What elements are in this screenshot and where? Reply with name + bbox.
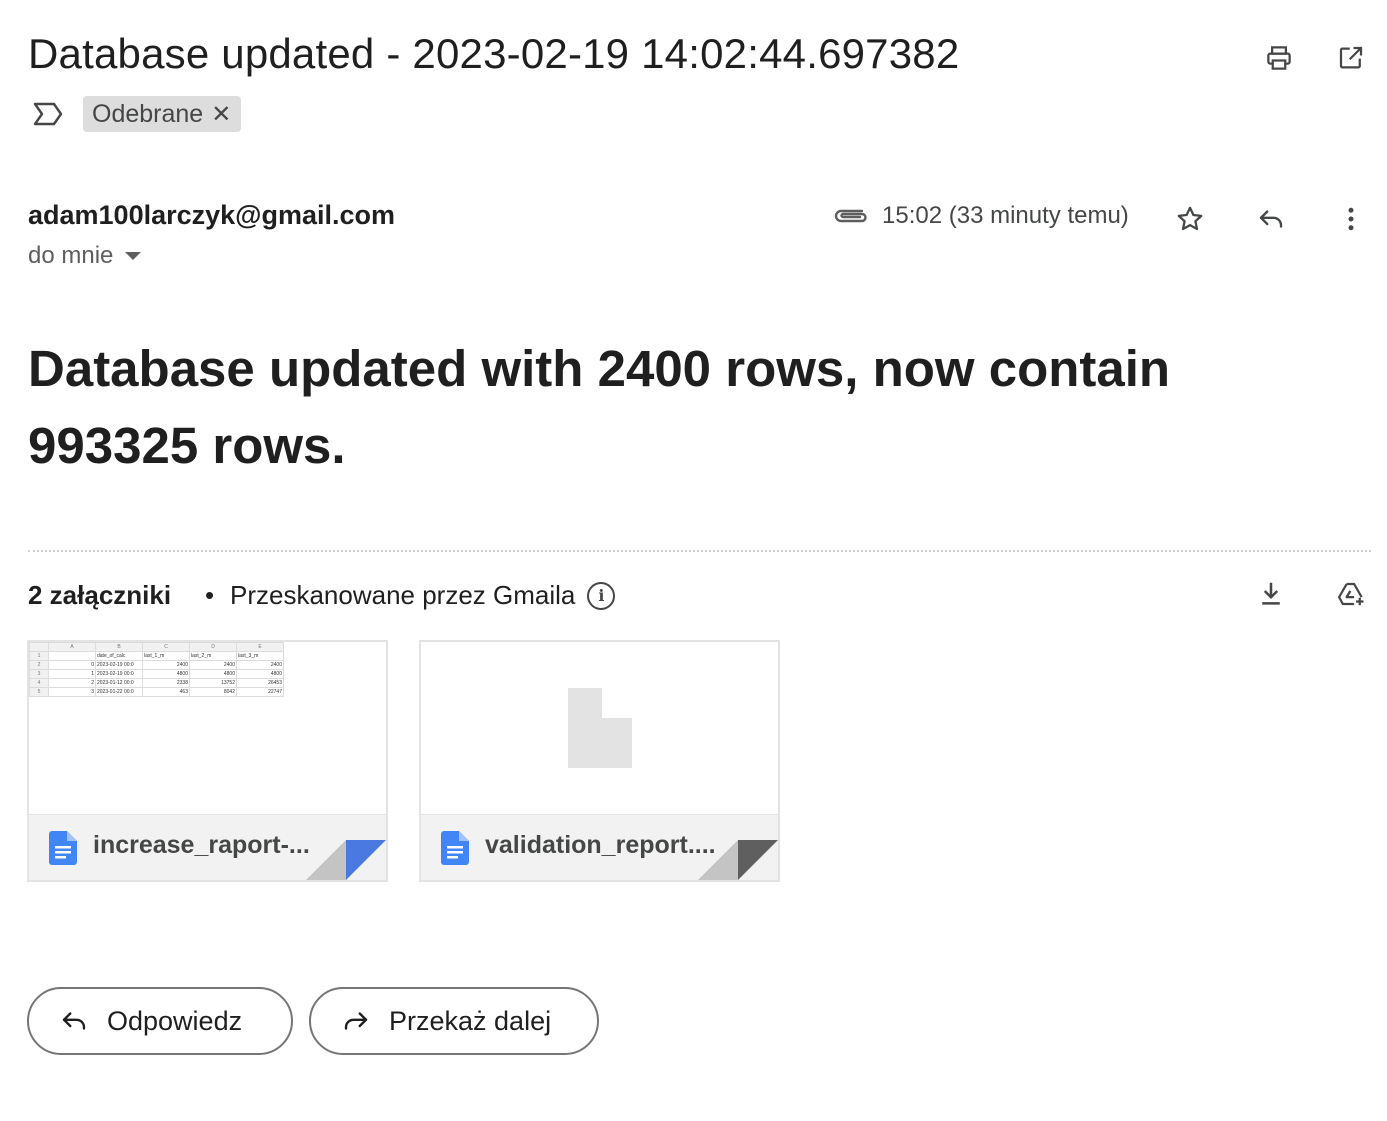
row-header: 1 [29, 651, 49, 661]
open-new-window-icon [1339, 46, 1363, 69]
cell: 2023-01-12 00:0 [95, 678, 143, 688]
column-header: D [189, 642, 237, 652]
cell: 2023-02-19 00:0 [95, 660, 143, 670]
column-header: A [48, 642, 96, 652]
attachment-clip-icon [832, 203, 868, 232]
received-time: 15:02 (33 minuty temu) [882, 202, 1129, 229]
attachments-count: 2 załączniki [28, 580, 172, 610]
forward-icon [344, 1012, 368, 1030]
row-header: 5 [29, 687, 49, 697]
important-marker-button[interactable] [26, 96, 70, 132]
open-in-new-window-button[interactable] [1329, 36, 1373, 80]
label-chip: Odebrane ✕ [83, 96, 242, 132]
cell [48, 651, 96, 661]
reply-icon-button[interactable] [1249, 197, 1293, 241]
cell: 2338 [142, 678, 190, 688]
label-chip-text: Odebrane [92, 99, 204, 128]
recipient-label: do mnie [28, 242, 114, 269]
cell: last_2_m [189, 651, 237, 661]
chevron-down-icon [125, 252, 142, 260]
cell: 4800 [236, 669, 284, 679]
cell: 26453 [236, 678, 284, 688]
important-icon [33, 102, 63, 126]
attachment-card[interactable]: validation_report.... [419, 640, 780, 882]
row-header: 3 [29, 669, 49, 679]
attachments-divider [28, 550, 1371, 552]
cell: 2400 [142, 660, 190, 670]
column-header: C [142, 642, 190, 652]
star-icon [1177, 206, 1203, 231]
google-docs-icon [441, 831, 469, 865]
cell: 4800 [189, 669, 237, 679]
page-corner-fold-icon [698, 840, 778, 880]
download-all-button[interactable] [1249, 572, 1293, 616]
column-header: B [95, 642, 143, 652]
info-icon[interactable]: i [587, 581, 616, 610]
reply-button-label: Odpowiedz [107, 1005, 243, 1036]
add-to-drive-icon [1338, 582, 1364, 606]
scanned-label: Przeskanowane przez Gmaila [230, 580, 576, 610]
print-icon [1267, 46, 1291, 70]
recipient-details-toggle[interactable]: do mnie [28, 242, 142, 270]
attachment-card[interactable]: A B C D E 1 date_of_calc last_1_m last_2… [27, 640, 388, 882]
attachment-preview [421, 642, 778, 814]
forward-button-label: Przekaż dalej [389, 1005, 552, 1036]
add-to-drive-button[interactable] [1329, 572, 1373, 616]
cell: 2023-01-22 00:0 [95, 687, 143, 697]
cell: 2 [48, 678, 96, 688]
cell: 1 [48, 669, 96, 679]
cell: date_of_calc [95, 651, 143, 661]
cell: 4800 [142, 669, 190, 679]
google-docs-icon [49, 831, 77, 865]
reply-icon [1259, 210, 1283, 228]
more-options-button[interactable] [1329, 197, 1373, 241]
email-subject: Database updated - 2023-02-19 14:02:44.6… [28, 30, 960, 77]
attachment-preview: A B C D E 1 date_of_calc last_1_m last_2… [29, 642, 386, 814]
cell: 13752 [189, 678, 237, 688]
star-button[interactable] [1168, 197, 1212, 241]
cell: last_3_m [236, 651, 284, 661]
remove-label-icon[interactable]: ✕ [211, 100, 231, 129]
attachment-filename: increase_raport-... [93, 831, 310, 859]
spreadsheet-preview: A B C D E 1 date_of_calc last_1_m last_2… [29, 642, 284, 697]
row-header: 2 [29, 660, 49, 670]
attachment-filename: validation_report.... [485, 831, 716, 859]
cell: last_1_m [142, 651, 190, 661]
row-header: 4 [29, 678, 49, 688]
download-icon [1262, 582, 1280, 605]
email-body: Database updated with 2400 rows, now con… [28, 340, 1171, 474]
print-button[interactable] [1257, 36, 1301, 80]
cell: 463 [142, 687, 190, 697]
cell: 8042 [189, 687, 237, 697]
generic-file-icon [568, 688, 632, 768]
page-corner-fold-icon [306, 840, 386, 880]
reply-icon [62, 1012, 86, 1030]
column-header: E [236, 642, 284, 652]
more-vertical-icon [1348, 207, 1354, 231]
cell: 2400 [236, 660, 284, 670]
scanned-by-gmail: Przeskanowane przez Gmaila i [230, 580, 616, 611]
cell: 0 [48, 660, 96, 670]
sender-address[interactable]: adam100larczyk@gmail.com [28, 200, 395, 231]
reply-button[interactable]: Odpowiedz [27, 987, 293, 1055]
cell: 2023-02-19 00:0 [95, 669, 143, 679]
cell: 3 [48, 687, 96, 697]
separator-dot: • [205, 580, 215, 610]
cell: 2400 [189, 660, 237, 670]
forward-button[interactable]: Przekaż dalej [309, 987, 599, 1055]
cell: 22747 [236, 687, 284, 697]
